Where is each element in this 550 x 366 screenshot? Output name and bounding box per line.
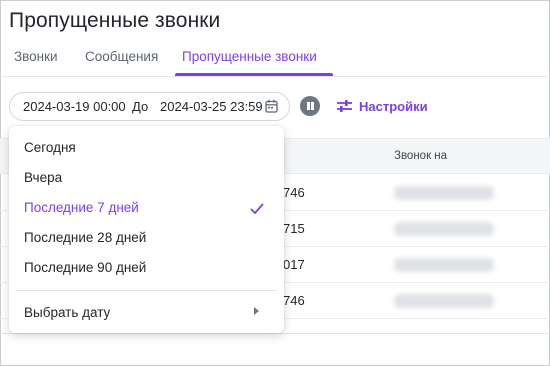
- calendar-icon[interactable]: [265, 99, 278, 113]
- date-separator: До: [132, 99, 149, 114]
- dropdown-option-yesterday[interactable]: Вчера: [24, 170, 62, 185]
- dropdown-option-last-28-days[interactable]: Последние 28 дней: [24, 230, 146, 245]
- row-number: 746: [283, 293, 305, 308]
- date-to[interactable]: 2024-03-25 23:59: [160, 99, 263, 114]
- date-from[interactable]: 2024-03-19 00:00: [23, 99, 126, 114]
- tabs-divider: [0, 76, 550, 77]
- dropdown-option-last-7-days[interactable]: Последние 7 дней: [24, 200, 139, 215]
- dropdown-option-today[interactable]: Сегодня: [24, 140, 76, 155]
- dropdown-divider: [16, 290, 277, 291]
- redacted-value: [394, 294, 494, 308]
- tab-messages[interactable]: Сообщения: [85, 49, 158, 79]
- page-title: Пропущенные звонки: [9, 9, 221, 32]
- dropdown-option-last-90-days[interactable]: Последние 90 дней: [24, 260, 146, 275]
- tab-calls[interactable]: Звонки: [14, 49, 58, 79]
- redacted-value: [394, 222, 494, 236]
- column-header-call-to[interactable]: Звонок на: [394, 150, 447, 162]
- redacted-value: [394, 186, 494, 200]
- check-icon: [250, 203, 264, 214]
- chevron-right-icon: [254, 307, 259, 315]
- row-number: 715: [283, 221, 305, 236]
- redacted-value: [394, 258, 494, 272]
- table-bottom-divider: [0, 333, 550, 334]
- settings-label: Настройки: [359, 99, 428, 114]
- date-preset-dropdown: Сегодня Вчера Последние 7 дней Последние…: [9, 126, 284, 333]
- row-number: 746: [283, 185, 305, 200]
- pause-icon[interactable]: [300, 96, 320, 116]
- date-range-picker[interactable]: 2024-03-19 00:00 До 2024-03-25 23:59: [9, 92, 290, 121]
- row-number: 017: [283, 257, 305, 272]
- sliders-icon: [337, 100, 352, 112]
- dropdown-option-custom-date[interactable]: Выбрать дату: [24, 305, 110, 320]
